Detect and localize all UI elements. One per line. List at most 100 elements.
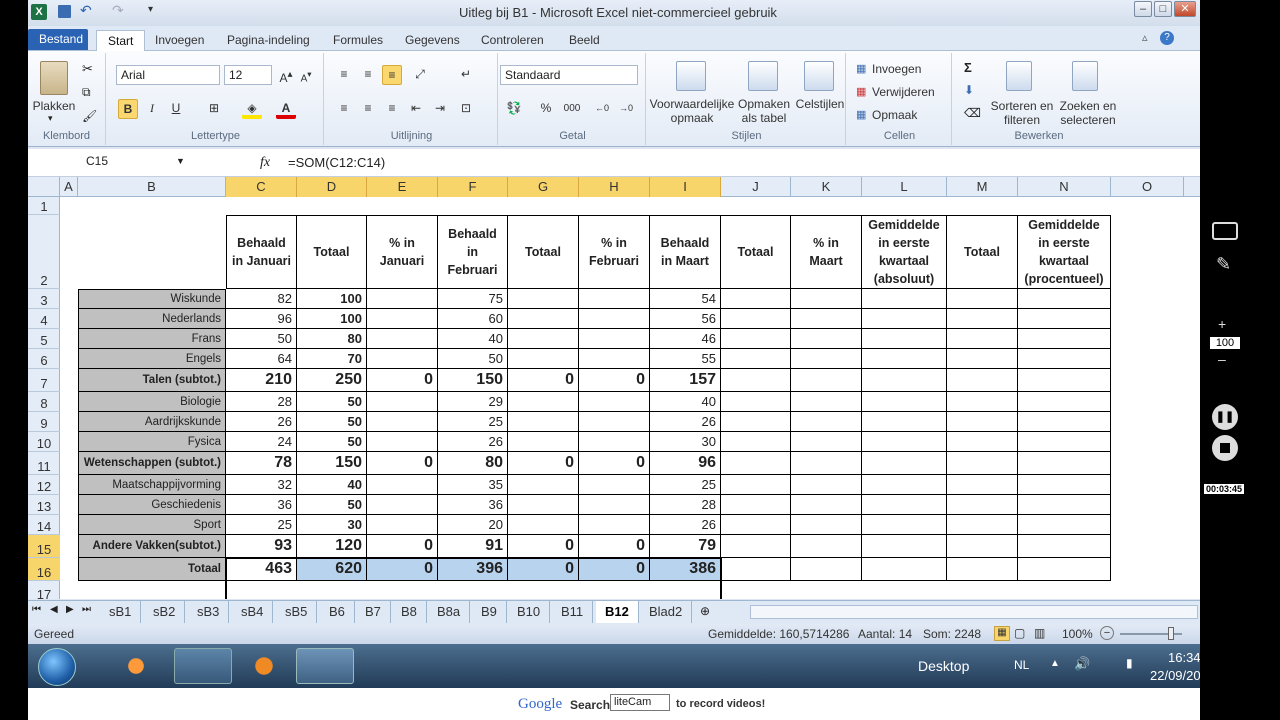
tab-gegevens[interactable]: Gegevens xyxy=(394,30,471,51)
row-header[interactable]: 10 xyxy=(28,432,60,452)
google-search-input[interactable]: liteCam xyxy=(610,694,670,711)
empty-cell[interactable] xyxy=(947,349,1018,369)
tab-invoegen[interactable]: Invoegen xyxy=(144,30,215,51)
empty-cell[interactable] xyxy=(1018,515,1111,535)
row-header[interactable]: 14 xyxy=(28,515,60,535)
data-cell[interactable] xyxy=(508,392,579,412)
row-label-cell[interactable]: Biologie xyxy=(78,392,226,412)
data-cell[interactable]: 26 xyxy=(226,412,297,432)
empty-cell[interactable] xyxy=(947,558,1018,581)
tab-pagina-indeling[interactable]: Pagina-indeling xyxy=(216,30,321,51)
data-cell[interactable]: 96 xyxy=(226,309,297,329)
data-cell[interactable]: 28 xyxy=(650,495,721,515)
sheet-tab[interactable]: B6 xyxy=(320,601,355,623)
tab-bestand[interactable]: Bestand xyxy=(28,29,88,50)
sheet-tab[interactable]: B8 xyxy=(392,601,427,623)
row-header[interactable]: 12 xyxy=(28,475,60,495)
data-cell[interactable]: 100 xyxy=(297,289,367,309)
tab-controleren[interactable]: Controleren xyxy=(470,30,555,51)
autosum-button[interactable]: Σ xyxy=(964,60,972,75)
empty-cell[interactable] xyxy=(721,329,791,349)
column-header[interactable]: O xyxy=(1111,177,1184,197)
empty-cell[interactable] xyxy=(862,412,947,432)
empty-cell[interactable] xyxy=(791,349,862,369)
row-header[interactable]: 3 xyxy=(28,289,60,309)
data-cell[interactable]: 50 xyxy=(297,432,367,452)
data-cell[interactable]: 0 xyxy=(508,535,579,558)
data-cell[interactable]: 0 xyxy=(508,369,579,392)
row-label-cell[interactable]: Aardrijkskunde xyxy=(78,412,226,432)
empty-cell[interactable] xyxy=(791,558,862,581)
data-cell[interactable]: 0 xyxy=(579,558,650,581)
empty-cell[interactable] xyxy=(721,452,791,475)
row-header[interactable]: 16 xyxy=(28,558,60,581)
empty-cell[interactable] xyxy=(791,515,862,535)
data-cell[interactable]: 30 xyxy=(297,515,367,535)
empty-cell[interactable] xyxy=(721,392,791,412)
font-name-field[interactable]: Arial xyxy=(116,65,220,85)
data-cell[interactable] xyxy=(508,475,579,495)
first-sheet-icon[interactable]: ⏮ xyxy=(32,604,41,615)
recorder-zoom-plus[interactable]: + xyxy=(1218,316,1226,332)
data-cell[interactable]: 55 xyxy=(650,349,721,369)
row-header[interactable]: 1 xyxy=(28,197,60,215)
data-cell[interactable] xyxy=(367,412,438,432)
empty-cell[interactable] xyxy=(862,349,947,369)
empty-cell[interactable] xyxy=(791,369,862,392)
empty-cell[interactable] xyxy=(791,432,862,452)
empty-cell[interactable] xyxy=(947,535,1018,558)
data-cell[interactable] xyxy=(508,309,579,329)
last-sheet-icon[interactable]: ⏭ xyxy=(82,604,91,615)
data-cell[interactable]: 30 xyxy=(650,432,721,452)
data-cell[interactable] xyxy=(367,515,438,535)
data-cell[interactable] xyxy=(367,329,438,349)
fill-icon[interactable]: ⬇ xyxy=(964,83,974,97)
data-cell[interactable]: 50 xyxy=(226,329,297,349)
data-cell[interactable] xyxy=(508,412,579,432)
empty-cell[interactable] xyxy=(862,369,947,392)
data-cell[interactable]: 463 xyxy=(226,558,297,581)
volume-icon[interactable]: 🔊 xyxy=(1074,656,1090,672)
data-cell[interactable] xyxy=(579,412,650,432)
bold-button[interactable]: B xyxy=(118,99,138,119)
tab-formules[interactable]: Formules xyxy=(322,30,394,51)
data-cell[interactable] xyxy=(579,329,650,349)
tab-start[interactable]: Start xyxy=(96,30,146,51)
empty-cell[interactable] xyxy=(947,515,1018,535)
number-format-field[interactable]: Standaard xyxy=(500,65,638,85)
data-cell[interactable]: 150 xyxy=(297,452,367,475)
data-cell[interactable]: 24 xyxy=(226,432,297,452)
zoom-out-icon[interactable]: − xyxy=(1100,626,1114,640)
quick-access-dropdown-icon[interactable]: ▾ xyxy=(148,4,153,15)
data-cell[interactable]: 26 xyxy=(438,432,508,452)
data-cell[interactable]: 396 xyxy=(438,558,508,581)
table-header-cell[interactable]: % in Januari xyxy=(367,215,438,289)
column-header[interactable]: H xyxy=(579,177,650,197)
prev-sheet-icon[interactable]: ◀ xyxy=(50,604,58,615)
sheet-tab[interactable]: B7 xyxy=(356,601,391,623)
shrink-font-icon[interactable]: A▾ xyxy=(296,65,316,85)
row-header[interactable]: 7 xyxy=(28,369,60,392)
empty-cell[interactable] xyxy=(721,515,791,535)
empty-cell[interactable] xyxy=(791,392,862,412)
empty-cell[interactable] xyxy=(1018,369,1111,392)
underline-button[interactable]: U xyxy=(166,99,186,119)
empty-cell[interactable] xyxy=(721,369,791,392)
zoom-slider-thumb[interactable] xyxy=(1168,627,1174,640)
empty-cell[interactable] xyxy=(1018,432,1111,452)
data-cell[interactable]: 96 xyxy=(650,452,721,475)
empty-cell[interactable] xyxy=(1018,349,1111,369)
language-indicator[interactable]: NL xyxy=(1014,658,1029,672)
data-cell[interactable]: 91 xyxy=(438,535,508,558)
excel-logo-icon[interactable]: X xyxy=(31,4,47,20)
data-cell[interactable]: 46 xyxy=(650,329,721,349)
data-cell[interactable]: 150 xyxy=(438,369,508,392)
data-cell[interactable] xyxy=(508,495,579,515)
data-cell[interactable]: 0 xyxy=(579,452,650,475)
data-cell[interactable]: 0 xyxy=(579,369,650,392)
empty-cell[interactable] xyxy=(862,495,947,515)
maximize-button[interactable]: □ xyxy=(1154,1,1172,17)
name-box[interactable]: C15 xyxy=(28,152,188,172)
row-header[interactable]: 8 xyxy=(28,392,60,412)
data-cell[interactable]: 100 xyxy=(297,309,367,329)
